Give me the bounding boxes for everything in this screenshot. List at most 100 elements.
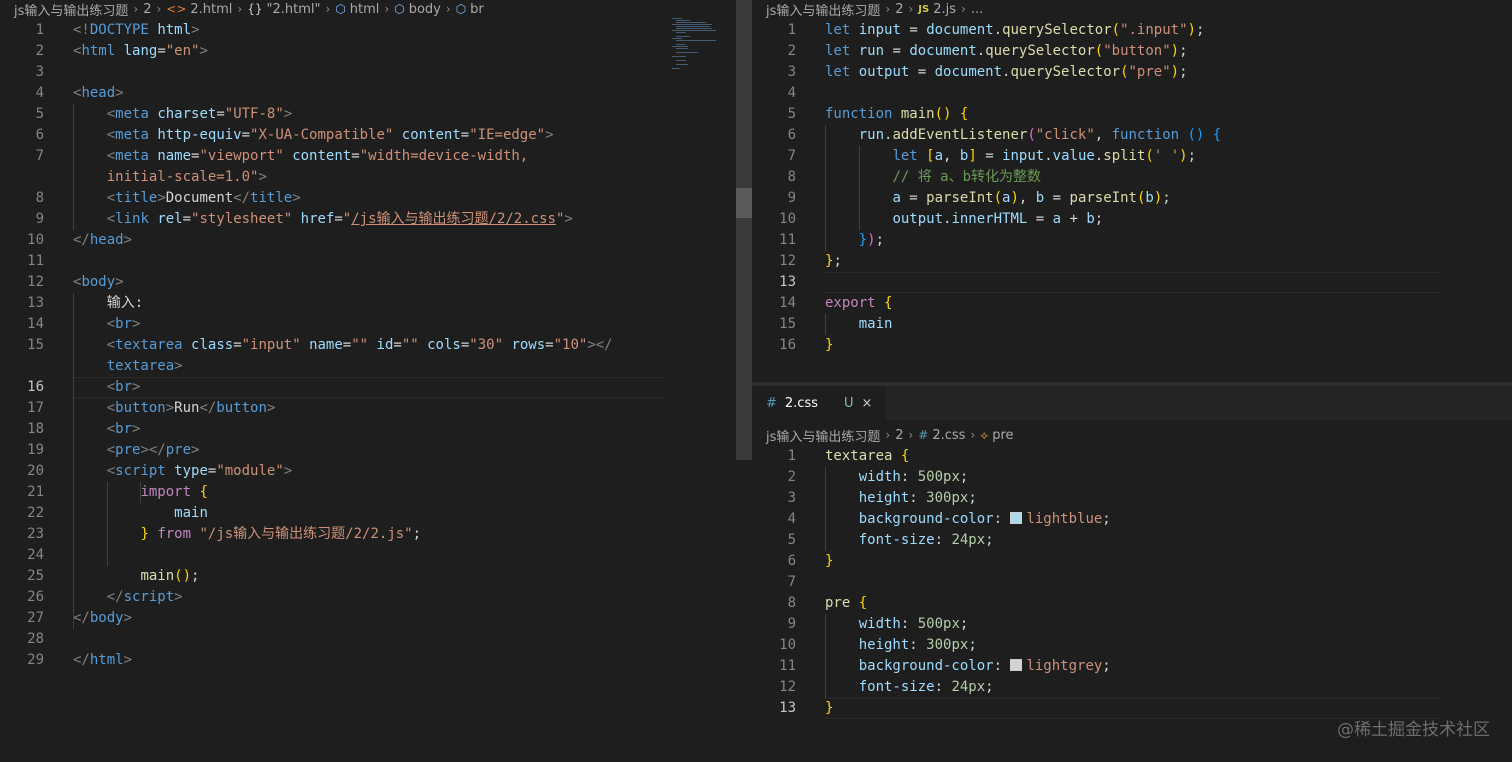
code-line[interactable]: 13 输入: [0, 293, 736, 314]
code-line[interactable]: 5 <meta charset="UTF-8"> [0, 104, 736, 125]
code-line[interactable]: 11 [0, 251, 736, 272]
code-token: textarea [825, 448, 893, 464]
code-line[interactable]: 28 [0, 629, 736, 650]
code-line[interactable]: 18 <br> [0, 419, 736, 440]
code-token: "en" [165, 43, 200, 59]
breadcrumb-more[interactable]: ... [971, 2, 983, 17]
code-line[interactable]: 12}; [752, 251, 1512, 272]
code-line[interactable]: initial-scale=1.0"> [0, 167, 736, 188]
code-line[interactable]: 9 a = parseInt(a), b = parseInt(b); [752, 188, 1512, 209]
code-line[interactable]: 6 <meta http-equiv="X-UA-Compatible" con… [0, 125, 736, 146]
breadcrumb-subfolder[interactable]: 2 [143, 2, 151, 17]
code-line[interactable]: 27 </body> [0, 608, 736, 629]
code-line[interactable]: 16} [752, 335, 1512, 356]
css-editor-pane[interactable]: # 2.css U × js输入与输出练习题 › 2 › # 2.css › ⟡… [752, 386, 1512, 762]
code-line[interactable]: 12 font-size: 24px; [752, 677, 1512, 698]
code-line[interactable]: 7 [752, 572, 1512, 593]
code-line[interactable]: 17 <button>Run</button> [0, 398, 736, 419]
line-number: 15 [779, 316, 796, 332]
code-line[interactable]: 21 import { [0, 482, 736, 503]
js-editor-pane[interactable]: js输入与输出练习题 › 2 › JS 2.js › ... 1 let inpu… [752, 0, 1512, 382]
code-line[interactable]: 15 <textarea class="input" name="" id=""… [0, 335, 736, 356]
breadcrumb-file[interactable]: 2.js [933, 2, 956, 17]
code-line[interactable]: 4 background-color: lightblue; [752, 509, 1512, 530]
code-line[interactable]: 8 <title>Document</title> [0, 188, 736, 209]
code-line[interactable]: 8 pre { [752, 593, 1512, 614]
code-token: run [858, 127, 885, 143]
code-line[interactable]: 3 height: 300px; [752, 488, 1512, 509]
code-line[interactable]: 10 output.innerHTML = a + b; [752, 209, 1512, 230]
breadcrumb-document[interactable]: "2.html" [267, 2, 321, 17]
breadcrumb-subfolder[interactable]: 2 [895, 2, 903, 17]
code-line[interactable]: 11 background-color: lightgrey; [752, 656, 1512, 677]
color-swatch[interactable] [1010, 659, 1023, 671]
scrollbar-thumb[interactable] [736, 0, 752, 460]
code-line[interactable]: 6} [752, 551, 1512, 572]
line-number: 9 [787, 616, 796, 632]
code-line[interactable]: 1 let input = document.querySelector(".in… [752, 20, 1512, 41]
vertical-scrollbar[interactable] [736, 0, 752, 762]
code-line[interactable]: 8 // 将 a、b转化为整数 [752, 167, 1512, 188]
code-line[interactable]: 11 }); [752, 230, 1512, 251]
code-line[interactable]: 6 run.addEventListener("click", function… [752, 125, 1512, 146]
chevron-right-icon: › [237, 2, 243, 16]
code-line[interactable]: 3 [0, 62, 736, 83]
code-line[interactable]: 22 main [0, 503, 736, 524]
code-line[interactable]: 7 <meta name="viewport" content="width=d… [0, 146, 736, 167]
code-token: head [81, 85, 116, 101]
code-line[interactable]: 26 </script> [0, 587, 736, 608]
code-line[interactable]: 5 function main() { [752, 104, 1512, 125]
code-line[interactable]: 1 <!DOCTYPE html> [0, 20, 736, 41]
code-token: 24px [951, 679, 986, 695]
code-line[interactable]: 24 [0, 545, 736, 566]
code-token: "module" [216, 463, 284, 479]
code-line[interactable]: 25 main(); [0, 566, 736, 587]
code-line[interactable]: 14 export { [752, 293, 1512, 314]
code-line[interactable]: 29 </html> [0, 650, 736, 671]
breadcrumb-file[interactable]: 2.html [190, 2, 232, 17]
close-icon[interactable]: × [862, 396, 873, 411]
breadcrumb-folder[interactable]: js输入与输出练习题 [766, 426, 880, 445]
breadcrumb-body[interactable]: body [409, 2, 441, 17]
minimap[interactable] [672, 18, 728, 78]
code-line[interactable]: 12 <body> [0, 272, 736, 293]
code-line[interactable]: 13 [752, 272, 1512, 293]
code-line[interactable]: 1 textarea { [752, 446, 1512, 467]
minimap-line [676, 52, 698, 53]
code-line[interactable]: 4 [752, 83, 1512, 104]
code-line[interactable]: 23 } from "/js输入与输出练习题/2/2.js"; [0, 524, 736, 545]
breadcrumb-br[interactable]: br [470, 2, 484, 17]
breadcrumb-subfolder[interactable]: 2 [895, 428, 903, 443]
code-line[interactable]: 4 <head> [0, 83, 736, 104]
code-line[interactable]: 19 <pre></pre> [0, 440, 736, 461]
code-line[interactable]: 3 let output = document.querySelector("pr… [752, 62, 1512, 83]
line-number: 3 [787, 490, 796, 506]
color-swatch[interactable] [1010, 512, 1023, 524]
code-line[interactable]: 2 width: 500px; [752, 467, 1512, 488]
code-line[interactable]: 9 <link rel="stylesheet" href="/js输入与输出练… [0, 209, 736, 230]
code-line[interactable]: 5 font-size: 24px; [752, 530, 1512, 551]
code-line[interactable]: 14 <br> [0, 314, 736, 335]
code-line[interactable]: 2 <html lang="en"> [0, 41, 736, 62]
code-line[interactable]: 9 width: 500px; [752, 614, 1512, 635]
code-line[interactable]: textarea> [0, 356, 736, 377]
code-line[interactable]: 2 let run = document.querySelector("butto… [752, 41, 1512, 62]
code-line[interactable]: 10 height: 300px; [752, 635, 1512, 656]
code-line[interactable]: 7 let [a, b] = input.value.split(' '); [752, 146, 1512, 167]
breadcrumb-file[interactable]: 2.css [932, 428, 965, 443]
code-token: function [1111, 127, 1180, 143]
code-line[interactable]: 16 <br> [0, 377, 736, 398]
code-line[interactable]: 10 </head> [0, 230, 736, 251]
breadcrumb-selector[interactable]: pre [992, 428, 1013, 443]
breadcrumb-html[interactable]: html [350, 2, 380, 17]
breadcrumb-folder[interactable]: js输入与输出练习题 [766, 0, 880, 19]
chevron-right-icon: › [133, 2, 139, 16]
breadcrumb-folder[interactable]: js输入与输出练习题 [14, 0, 128, 19]
html-editor-pane[interactable]: js输入与输出练习题 › 2 › <> 2.html › {} "2.html"… [0, 0, 736, 762]
code-line[interactable]: 20 <script type="module"> [0, 461, 736, 482]
code-token: querySelector [985, 43, 1095, 59]
tab-2-css[interactable]: # 2.css U × [752, 386, 887, 420]
code-line[interactable]: 15 main [752, 314, 1512, 335]
code-token: > [115, 274, 124, 290]
